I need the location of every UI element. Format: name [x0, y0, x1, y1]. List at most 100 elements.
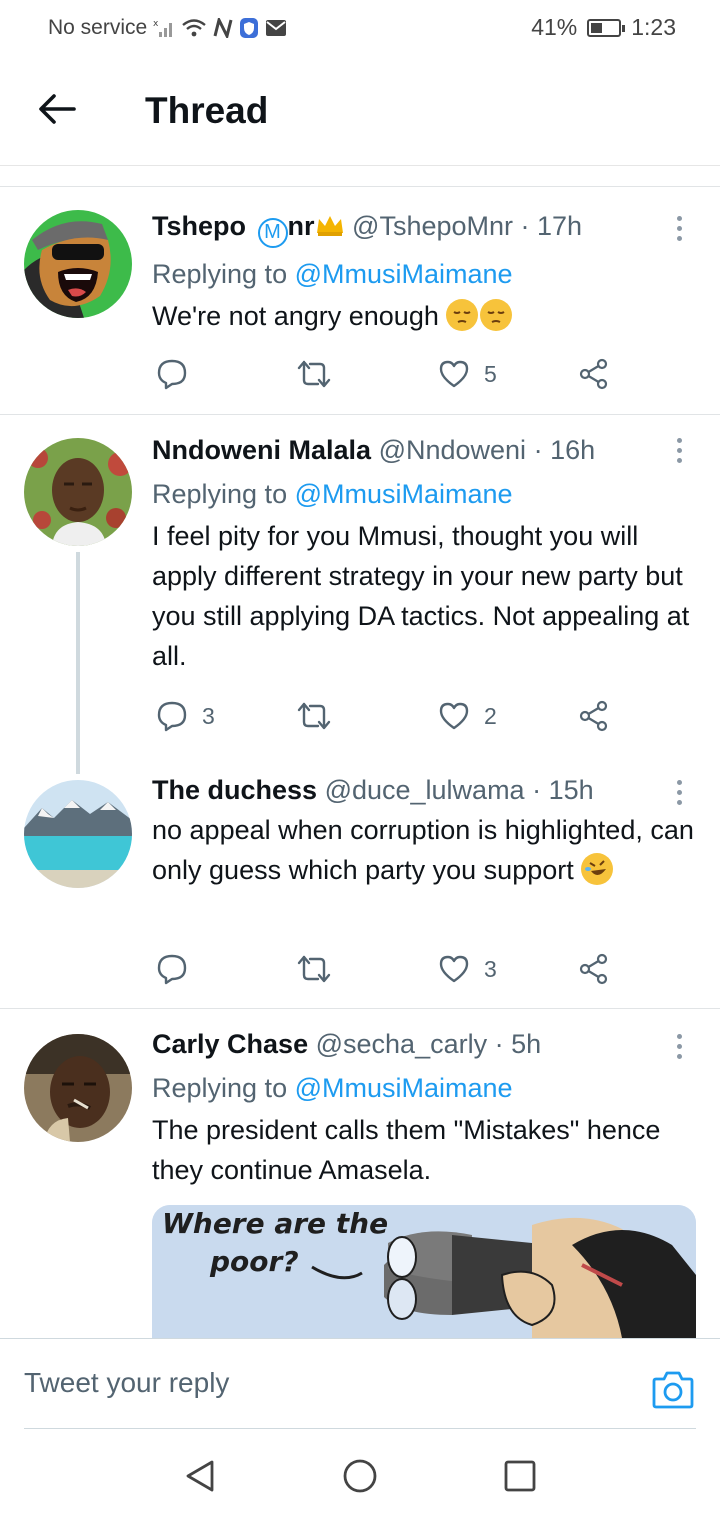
replying-to: Replying to @MmusiMaimane [152, 1068, 696, 1108]
share-icon [579, 700, 608, 732]
replying-to: Replying to @MmusiMaimane [152, 254, 696, 294]
meme-caption-line-2: poor? [210, 1245, 299, 1278]
tweet-media-image[interactable]: Where are the poor? [152, 1205, 696, 1338]
tweet-meta: Nndoweni Malala @Nndoweni · 16h [152, 432, 696, 468]
tweet-actions: 5 [152, 354, 622, 394]
avatar[interactable] [24, 438, 132, 546]
like-button[interactable]: 5 [438, 354, 497, 394]
tweet-text: I feel pity for you Mmusi, thought you w… [152, 521, 690, 671]
display-name-suffix: nr [287, 211, 315, 241]
avatar[interactable] [24, 1034, 132, 1142]
triangle-back-icon [186, 1460, 214, 1492]
no-signal-icon: x [153, 18, 175, 38]
replying-label: Replying to [152, 259, 288, 289]
avatar[interactable] [24, 780, 132, 888]
replying-label: Replying to [152, 479, 288, 509]
display-name[interactable]: Tshepo [152, 211, 246, 241]
more-options-button[interactable] [664, 1028, 694, 1064]
carrier-label: No service [48, 16, 148, 39]
reply-bubble-icon [157, 701, 187, 732]
heart-icon [439, 955, 469, 983]
tweet-meta: The duchess @duce_lulwama · 15h [152, 772, 696, 808]
retweet-button[interactable] [296, 949, 346, 989]
camera-button[interactable] [652, 1369, 694, 1409]
handle[interactable]: @TshepoMnr [352, 211, 513, 241]
nav-recents-button[interactable] [502, 1458, 538, 1494]
more-options-button[interactable] [664, 210, 694, 246]
vpn-shield-icon [239, 17, 259, 39]
thread-header: Thread [0, 56, 720, 166]
avatar[interactable] [24, 210, 132, 318]
tweet-actions: 3 [152, 949, 622, 989]
reply-bubble-icon [157, 954, 187, 985]
display-name[interactable]: Carly Chase [152, 1029, 308, 1059]
replying-label: Replying to [152, 1073, 288, 1103]
verified-circle-m-icon: M [257, 218, 288, 248]
reply-button[interactable] [156, 354, 202, 394]
mail-icon [265, 19, 287, 37]
nfc-icon [213, 18, 233, 38]
tweet-card[interactable]: The duchess @duce_lulwama · 15h no appea… [0, 760, 720, 1008]
share-button[interactable] [578, 949, 610, 989]
reply-button[interactable] [156, 949, 202, 989]
mention-link[interactable]: @MmusiMaimane [295, 479, 513, 509]
reply-composer: Tweet your reply [0, 1338, 720, 1430]
retweet-button[interactable] [296, 696, 346, 736]
tweet-actions: 3 2 [152, 696, 622, 736]
reply-button[interactable]: 3 [156, 696, 215, 736]
retweet-icon [297, 360, 331, 388]
battery-icon [587, 18, 626, 37]
camera-icon [652, 1371, 694, 1409]
timestamp[interactable]: · 15h [532, 775, 594, 805]
tweet-card[interactable]: Nndoweni Malala @Nndoweni · 16h Replying… [0, 414, 720, 774]
like-count: 3 [484, 955, 497, 982]
heart-icon [439, 360, 469, 388]
nav-back-button[interactable] [182, 1458, 218, 1494]
handle[interactable]: @duce_lulwama [325, 775, 525, 805]
retweet-button[interactable] [296, 354, 346, 394]
back-button[interactable] [34, 86, 80, 132]
battery-percent: 41% [531, 14, 578, 40]
share-button[interactable] [578, 696, 610, 736]
more-options-button[interactable] [664, 774, 694, 810]
tweet-text: The president calls them "Mistakes" henc… [152, 1115, 661, 1185]
tweet-reply-input[interactable]: Tweet your reply [24, 1367, 229, 1399]
system-navigation-bar [0, 1430, 720, 1520]
clock: 1:23 [631, 14, 676, 40]
timestamp[interactable]: · 16h [534, 435, 596, 465]
tweet-meta: Tshepo Mnr @TshepoMnr · 17h [152, 208, 696, 248]
tweet-text: We're not angry enough [152, 296, 696, 336]
thread-connector-line [76, 552, 80, 774]
circle-home-icon [343, 1459, 377, 1493]
timestamp[interactable]: · 5h [495, 1029, 542, 1059]
like-button[interactable]: 2 [438, 696, 497, 736]
mention-link[interactable]: @MmusiMaimane [295, 1073, 513, 1103]
like-count: 5 [484, 360, 497, 387]
share-icon [579, 358, 608, 390]
reply-bubble-icon [157, 359, 187, 390]
timestamp[interactable]: · 17h [521, 211, 583, 241]
tweet-card[interactable]: Tshepo Mnr @TshepoMnr · 17h Replying to … [0, 186, 720, 414]
like-button[interactable]: 3 [438, 949, 497, 989]
mention-link[interactable]: @MmusiMaimane [295, 259, 513, 289]
retweet-icon [297, 955, 331, 983]
crown-icon [316, 216, 343, 236]
tweet-meta: Carly Chase @secha_carly · 5h [152, 1026, 696, 1062]
nav-home-button[interactable] [342, 1458, 378, 1494]
handle[interactable]: @Nndoweni [379, 435, 527, 465]
rolling-on-floor-laughing-icon [581, 853, 614, 885]
meme-caption-line-1: Where are the [162, 1207, 389, 1240]
share-button[interactable] [578, 354, 610, 394]
wifi-icon [181, 18, 207, 38]
display-name[interactable]: Nndoweni Malala [152, 435, 371, 465]
like-count: 2 [484, 702, 497, 729]
more-options-button[interactable] [664, 432, 694, 468]
page-title: Thread [145, 90, 269, 131]
reply-input-underline [24, 1428, 696, 1429]
pensive-face-icon [446, 299, 479, 331]
display-name[interactable]: The duchess [152, 775, 317, 805]
replying-to: Replying to @MmusiMaimane [152, 474, 696, 514]
square-recents-icon [504, 1460, 536, 1492]
handle[interactable]: @secha_carly [316, 1029, 487, 1059]
tweet-text-content: We're not angry enough [152, 301, 439, 331]
